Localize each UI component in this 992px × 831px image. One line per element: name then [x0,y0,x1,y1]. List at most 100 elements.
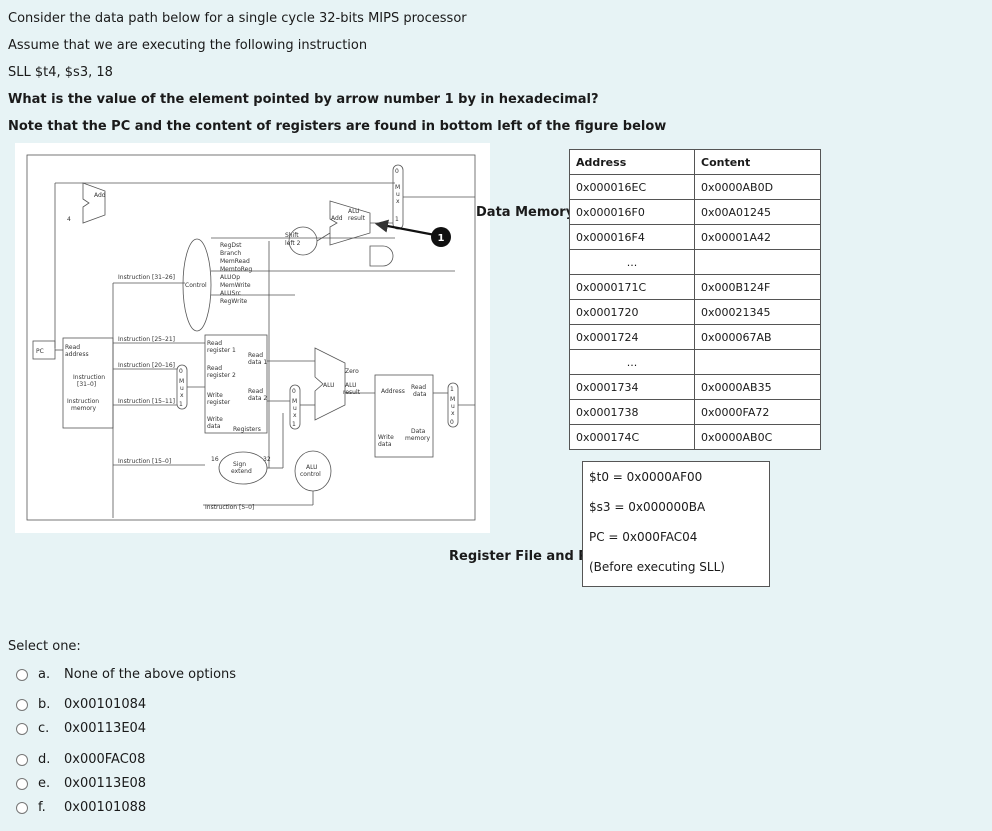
register-t0: $t0 = 0x0000AF00 [589,470,703,484]
option-b[interactable]: b. 0x00101084 [16,697,146,712]
mux-reg-1: 1 [179,401,183,408]
memory-table: Address Content 0x000016EC 0x0000AB0D 0x0… [569,149,821,450]
arrow-1 [374,219,436,237]
table-cell: 0x00A01245 [694,199,821,225]
table-cell: 0x00021345 [694,299,821,325]
control-label: Control [185,282,207,289]
register-file-label: Register File and PC [449,549,598,564]
register-box: $t0 = 0x0000AF00 $s3 = 0x000000BA PC = 0… [582,461,770,587]
mux-mem-0: 0 [450,419,454,426]
ctrl-signal-5: MemWrite [220,282,251,289]
table-cell: ... [569,349,695,375]
reg-label-7: data [207,423,221,430]
table-row: ... [569,349,821,375]
table-cell: 0x0001738 [569,399,695,425]
table-row: 0x000016F0 0x00A01245 [569,199,821,225]
table-cell: ... [569,249,695,275]
four-label: 4 [67,216,71,223]
option-text: 0x00113E08 [64,776,147,791]
ctrl-signal-2: MemRead [220,258,250,265]
register-note: (Before executing SLL) [589,560,725,574]
option-e[interactable]: e. 0x00113E08 [16,776,146,791]
table-cell [694,349,821,375]
reg-label-4: Write [207,392,223,399]
instruction-31-0-1: Instruction [73,374,105,381]
table-cell: 0x000016EC [569,174,695,200]
read-data1-2: data 1 [248,359,267,366]
table-cell: 0x0001720 [569,299,695,325]
option-text: 0x00101088 [64,800,147,815]
reg-label-1: register 1 [207,347,236,354]
reg-label-0: Read [207,340,222,347]
table-cell: 0x000B124F [694,274,821,300]
instruction-31-0-2: [31–0] [77,381,96,388]
mux-mem-m: M [450,396,455,403]
option-letter: e. [38,776,51,791]
table-cell: 0x00001A42 [694,224,821,250]
question-note: Note that the PC and the content of regi… [8,119,667,134]
instr-15-11: Instruction [15–11] [118,398,175,405]
instr-25-21: Instruction [25–21] [118,336,175,343]
reg-label-2: Read [207,365,222,372]
table-cell: 0x0000171C [569,274,695,300]
alu-control-1: ALU [306,464,318,471]
read-data-1: Read [411,384,426,391]
alu-label-2: ALU [345,382,357,389]
registers-label: Registers [233,426,261,433]
option-letter: d. [38,752,51,767]
option-letter: c. [38,721,50,736]
instr-31-26: Instruction [31–26] [118,274,175,281]
table-row: 0x0000171C 0x000B124F [569,274,821,300]
read-address-1: Read [65,344,80,351]
mux-reg-m: M [179,378,184,385]
zero-label: Zero [345,368,359,375]
instr-20-16: Instruction [20–16] [118,362,175,369]
write-data-1: Write [378,434,394,441]
n32-label: 32 [263,456,271,463]
memory-table-header: Address Content [569,149,821,175]
option-c[interactable]: c. 0x00113E04 [16,721,146,736]
table-row: 0x000016F4 0x00001A42 [569,224,821,250]
table-cell: 0x000174C [569,424,695,450]
option-text: None of the above options [64,667,237,682]
table-cell: 0x000016F0 [569,199,695,225]
radio-icon[interactable] [16,753,28,766]
mux-reg-0: 0 [179,368,183,375]
radio-icon[interactable] [16,777,28,790]
data-memory-label: Data Memory [476,205,575,220]
radio-icon[interactable] [16,698,28,711]
n16-label: 16 [211,456,219,463]
option-letter: b. [38,697,51,712]
ctrl-signal-3: MemtoReg [220,266,252,273]
option-f[interactable]: f. 0x00101088 [16,800,146,815]
table-cell: 0x0000FA72 [694,399,821,425]
reg-label-5: register [207,399,231,406]
mux-top-x: x [396,198,400,205]
radio-icon[interactable] [16,722,28,735]
read-data2-1: Read [248,388,263,395]
shift-label-2: left 2 [285,240,301,247]
alu-label-1: ALU [323,382,335,389]
arrow-number: 1 [438,233,445,244]
mux-reg-x: x [180,392,184,399]
radio-icon[interactable] [16,801,28,814]
reg-label-6: Write [207,416,223,423]
header-address: Address [569,149,695,175]
radio-icon[interactable] [16,668,28,681]
table-cell: 0x000067AB [694,324,821,350]
mux-top-m: M [395,184,400,191]
table-row: ... [569,249,821,275]
table-row: 0x000174C 0x0000AB0C [569,424,821,450]
add-top-label: Add [94,192,106,199]
mux-top-u: u [396,191,400,198]
reg-label-3: register 2 [207,372,236,379]
read-address-2: address [65,351,89,358]
option-d[interactable]: d. 0x000FAC08 [16,752,145,767]
option-a[interactable]: a. None of the above options [16,667,236,682]
question-line-2: Assume that we are executing the followi… [8,38,368,53]
table-row: 0x0001738 0x0000FA72 [569,399,821,425]
ctrl-signal-6: ALUSrc [220,290,241,297]
table-cell: 0x0001724 [569,324,695,350]
table-cell: 0x0000AB0C [694,424,821,450]
instr-15-0: Instruction [15–0] [118,458,171,465]
